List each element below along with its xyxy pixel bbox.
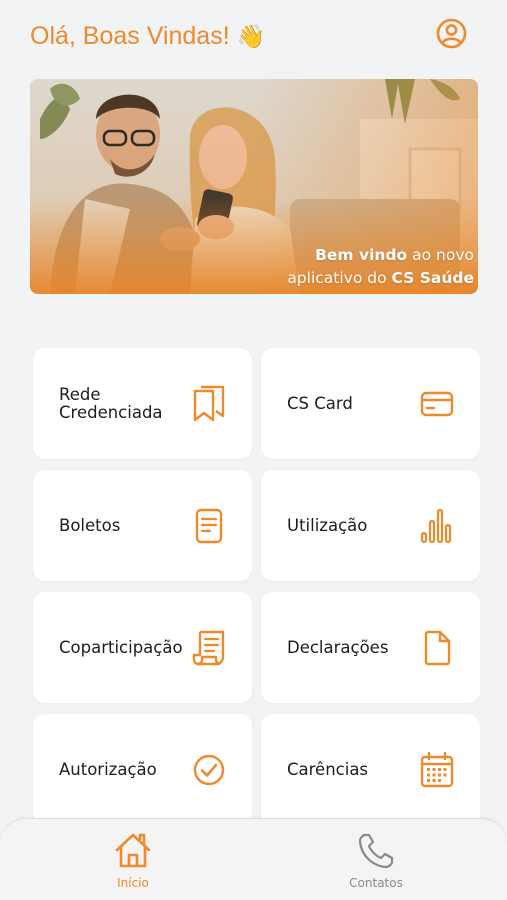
bottom-tab-bar: Início Contatos — [0, 818, 507, 900]
banner-caption: Bem vindo ao novo aplicativo do CS Saúde — [287, 244, 474, 290]
card-label: Boletos — [59, 515, 121, 535]
tab-contatos[interactable]: Contatos — [316, 819, 436, 900]
greeting-text: Olá, Boas Vindas! — [30, 22, 230, 50]
card-label: Rede Credenciada — [59, 384, 163, 422]
tab-inicio[interactable]: Início — [73, 819, 193, 900]
card-cs-card[interactable]: CS Card — [261, 348, 480, 459]
calendar-icon — [420, 751, 454, 787]
card-label: Autorização — [59, 759, 157, 779]
credit-card-icon — [420, 391, 454, 416]
card-rede-credenciada[interactable]: Rede Credenciada — [33, 348, 252, 459]
card-label: Carências — [287, 759, 369, 779]
user-circle-icon[interactable] — [436, 18, 467, 49]
card-label: Coparticipação — [59, 637, 183, 657]
banner-line-1: Bem vindo ao novo — [315, 246, 474, 264]
card-declaracoes[interactable]: Declarações — [261, 592, 480, 703]
document-icon — [195, 508, 223, 543]
wave-emoji: 👋 — [236, 23, 266, 49]
tab-contatos-label: Contatos — [349, 876, 403, 890]
card-utilizacao[interactable]: Utilização — [261, 470, 480, 581]
card-boletos[interactable]: Boletos — [33, 470, 252, 581]
card-label: Declarações — [287, 637, 389, 657]
home-icon — [115, 833, 151, 868]
card-carencias[interactable]: Carências — [261, 714, 480, 825]
tab-inicio-label: Início — [117, 876, 149, 890]
scroll-icon — [192, 630, 225, 665]
card-label: CS Card — [287, 393, 353, 413]
check-circle-icon — [193, 754, 225, 785]
banner-line-2: aplicativo do CS Saúde — [287, 269, 474, 287]
welcome-banner[interactable]: Bem vindo ao novo aplicativo do CS Saúde — [30, 79, 478, 294]
phone-icon — [358, 833, 394, 869]
bar-chart-icon — [420, 508, 452, 543]
card-autorizacao[interactable]: Autorização — [33, 714, 252, 825]
bookmarks-icon — [193, 385, 225, 421]
greeting-title: Olá, Boas Vindas! 👋 — [30, 22, 265, 51]
header: Olá, Boas Vindas! 👋 — [0, 0, 507, 75]
file-icon — [424, 630, 451, 665]
card-coparticipacao[interactable]: Coparticipação — [33, 592, 252, 703]
card-label: Utilização — [287, 515, 368, 535]
